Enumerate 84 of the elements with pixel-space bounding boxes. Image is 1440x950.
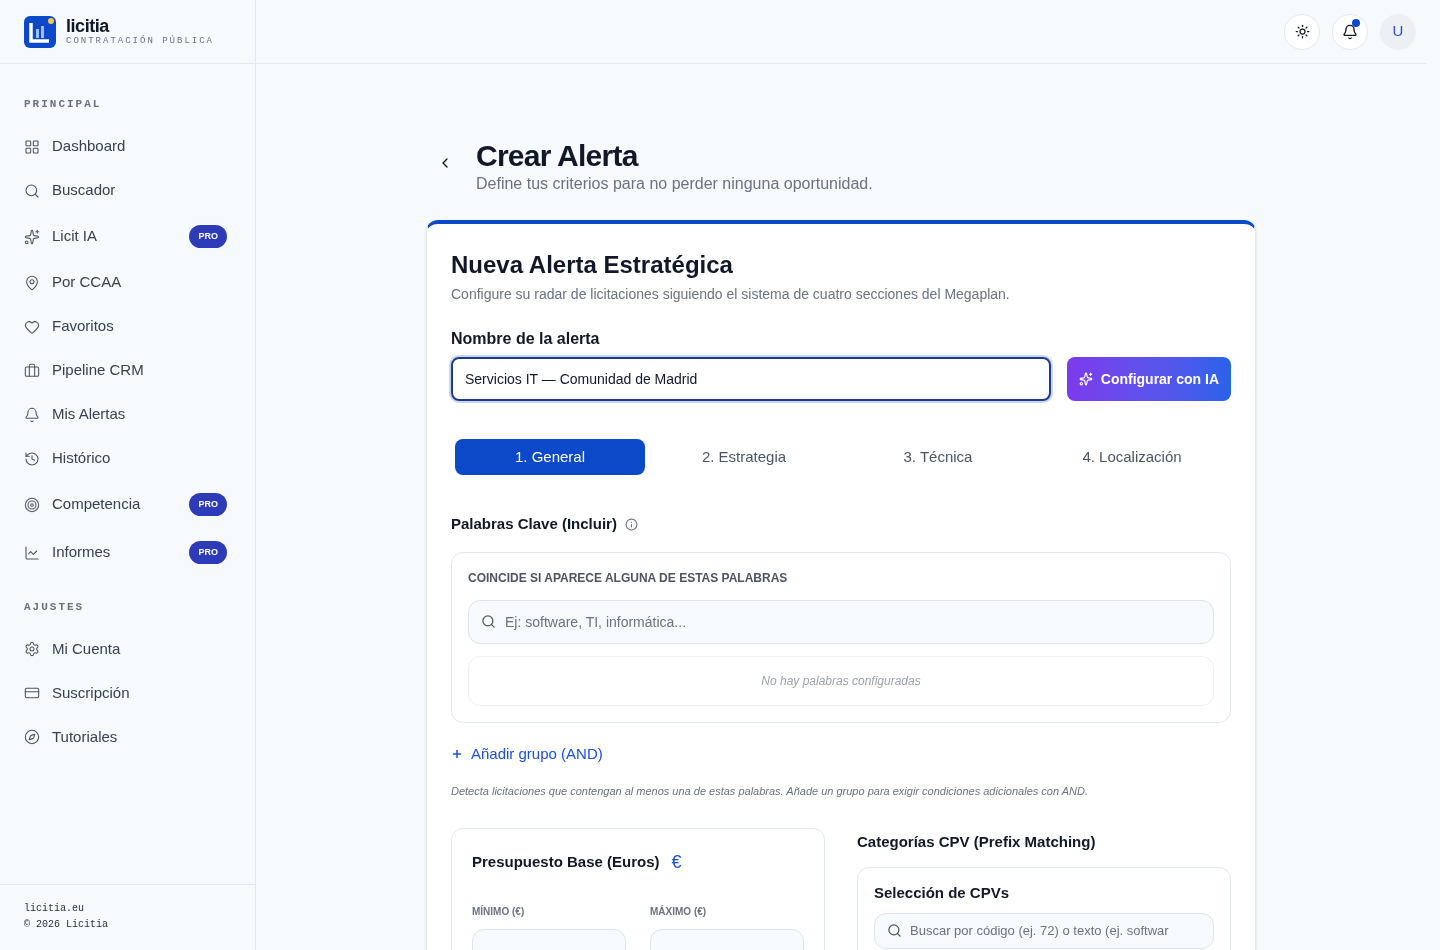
step-tab[interactable]: 3. Técnica bbox=[843, 439, 1033, 475]
item-label: Competencia bbox=[52, 494, 142, 515]
history-icon bbox=[24, 450, 40, 467]
section-title: Categorías CPV (Prefix Matching) bbox=[857, 831, 1097, 852]
sidebar-item[interactable]: Mis Alertas bbox=[20, 392, 235, 437]
group-label: COINCIDE SI APARECE ALGUNA DE ESTAS PALABRAS bbox=[468, 569, 789, 587]
page-subtitle: Define tus criterios para no perder ninguna oportunidad. bbox=[476, 174, 873, 194]
section-heading: PRINCIPAL bbox=[24, 97, 103, 112]
step-tab[interactable]: 1. General bbox=[455, 439, 645, 475]
help-text: Detecta licitaciones que contengan al menos una de estas palabras. Añade un grupo para exigir condiciones adicionales con AND. bbox=[451, 784, 1089, 799]
target-icon bbox=[24, 496, 40, 513]
notifications-button[interactable] bbox=[1332, 13, 1368, 50]
cpv-placeholder: Buscar por código (ej. 72) o texto (ej. softwar bbox=[910, 921, 1169, 940]
search-icon bbox=[887, 923, 902, 938]
field-label: MÍNIMO (€) bbox=[472, 904, 526, 919]
item-label: Informes bbox=[52, 542, 112, 563]
logo-icon bbox=[24, 15, 56, 48]
alert-name-input[interactable]: Servicios IT — Comunidad de Madrid bbox=[451, 357, 1051, 401]
search-icon bbox=[24, 182, 40, 199]
sidebar-item[interactable]: Competencia PRO bbox=[20, 480, 235, 529]
brand-tagline: CONTRATACIÓN PÚBLICA bbox=[66, 37, 215, 46]
add-group-link[interactable]: Añadir grupo (AND) bbox=[451, 742, 603, 765]
sparkles-icon bbox=[24, 228, 40, 245]
sidebar-item[interactable]: Por CCAA bbox=[20, 260, 235, 305]
sidebar-item[interactable]: Pipeline CRM bbox=[20, 348, 235, 393]
item-label: Mis Alertas bbox=[52, 404, 127, 425]
card-subtitle: Configure su radar de licitaciones siguiendo el sistema de cuatro secciones del Megaplan. bbox=[451, 285, 1011, 304]
sidebar-item[interactable]: Suscripción bbox=[20, 671, 235, 715]
section-heading: AJUSTES bbox=[24, 599, 86, 615]
item-label: Licit IA bbox=[52, 226, 98, 247]
sidebar-item[interactable]: Buscador bbox=[20, 168, 235, 213]
item-label: Tutoriales bbox=[52, 726, 119, 747]
heart-icon bbox=[24, 318, 40, 335]
bell-icon bbox=[1342, 23, 1358, 40]
panel-title: Presupuesto Base (Euros) bbox=[472, 851, 660, 872]
sidebar-item[interactable]: Informes PRO bbox=[20, 528, 235, 577]
info-icon bbox=[624, 517, 638, 531]
map-pin-icon bbox=[24, 274, 40, 291]
item-label: Favoritos bbox=[52, 316, 115, 337]
item-label: Suscripción bbox=[52, 682, 131, 703]
sidebar-item[interactable]: Favoritos bbox=[20, 304, 235, 349]
step-tab[interactable]: 4. Localización bbox=[1037, 439, 1227, 475]
page-title: Crear Alerta bbox=[476, 138, 640, 174]
sidebar-item[interactable]: Dashboard bbox=[20, 124, 235, 169]
sidebar-item[interactable]: Histórico bbox=[20, 436, 235, 481]
plus-icon bbox=[451, 747, 463, 760]
section-title: Palabras Clave (Incluir) bbox=[451, 514, 617, 534]
compass-icon bbox=[24, 729, 40, 745]
ai-config-button[interactable]: Configurar con IA bbox=[1066, 357, 1231, 401]
keyword-search-field[interactable]: Ej: software, TI, informática... bbox=[468, 599, 1214, 644]
footer-text: licitia.eu bbox=[24, 902, 85, 916]
settings-icon bbox=[24, 641, 40, 657]
pro-badge: PRO bbox=[189, 540, 227, 565]
sidebar-item[interactable]: Tutoriales bbox=[20, 715, 235, 759]
card-title: Nueva Alerta Estratégica bbox=[451, 250, 734, 280]
user-avatar[interactable]: U bbox=[1380, 13, 1416, 50]
search-icon bbox=[481, 613, 496, 629]
chart-icon bbox=[24, 544, 40, 561]
item-label: Histórico bbox=[52, 448, 112, 469]
bell-icon bbox=[24, 406, 40, 423]
item-label: Buscador bbox=[52, 180, 117, 201]
item-label: Pipeline CRM bbox=[52, 360, 145, 381]
empty-message: No hay palabras configuradas bbox=[761, 672, 921, 690]
field-label: Nombre de la alerta bbox=[451, 329, 601, 349]
pro-badge: PRO bbox=[189, 492, 227, 517]
sidebar-item[interactable]: Mi Cuenta bbox=[20, 627, 235, 671]
sun-icon bbox=[1294, 24, 1310, 39]
field-label: MÁXIMO (€) bbox=[650, 904, 708, 919]
briefcase-icon bbox=[24, 362, 40, 379]
item-label: Dashboard bbox=[52, 136, 127, 157]
euro-sign: € bbox=[671, 850, 682, 874]
sidebar-item[interactable]: Licit IA PRO bbox=[20, 212, 235, 261]
footer-text: © 2026 Licitia bbox=[24, 918, 109, 932]
cpv-search-field[interactable]: Buscar por código (ej. 72) o texto (ej. softwar bbox=[874, 912, 1214, 949]
pro-badge: PRO bbox=[189, 224, 227, 249]
step-tab[interactable]: 2. Estrategia bbox=[649, 439, 839, 475]
sparkles-icon bbox=[1078, 372, 1093, 386]
item-label: Por CCAA bbox=[52, 272, 123, 293]
brand-name: licitia bbox=[66, 17, 110, 35]
card-icon bbox=[24, 685, 40, 701]
theme-toggle-button[interactable] bbox=[1284, 13, 1320, 50]
grid-icon bbox=[24, 138, 40, 155]
item-label: Mi Cuenta bbox=[52, 638, 122, 659]
panel-title: Selección de CPVs bbox=[874, 883, 1011, 903]
